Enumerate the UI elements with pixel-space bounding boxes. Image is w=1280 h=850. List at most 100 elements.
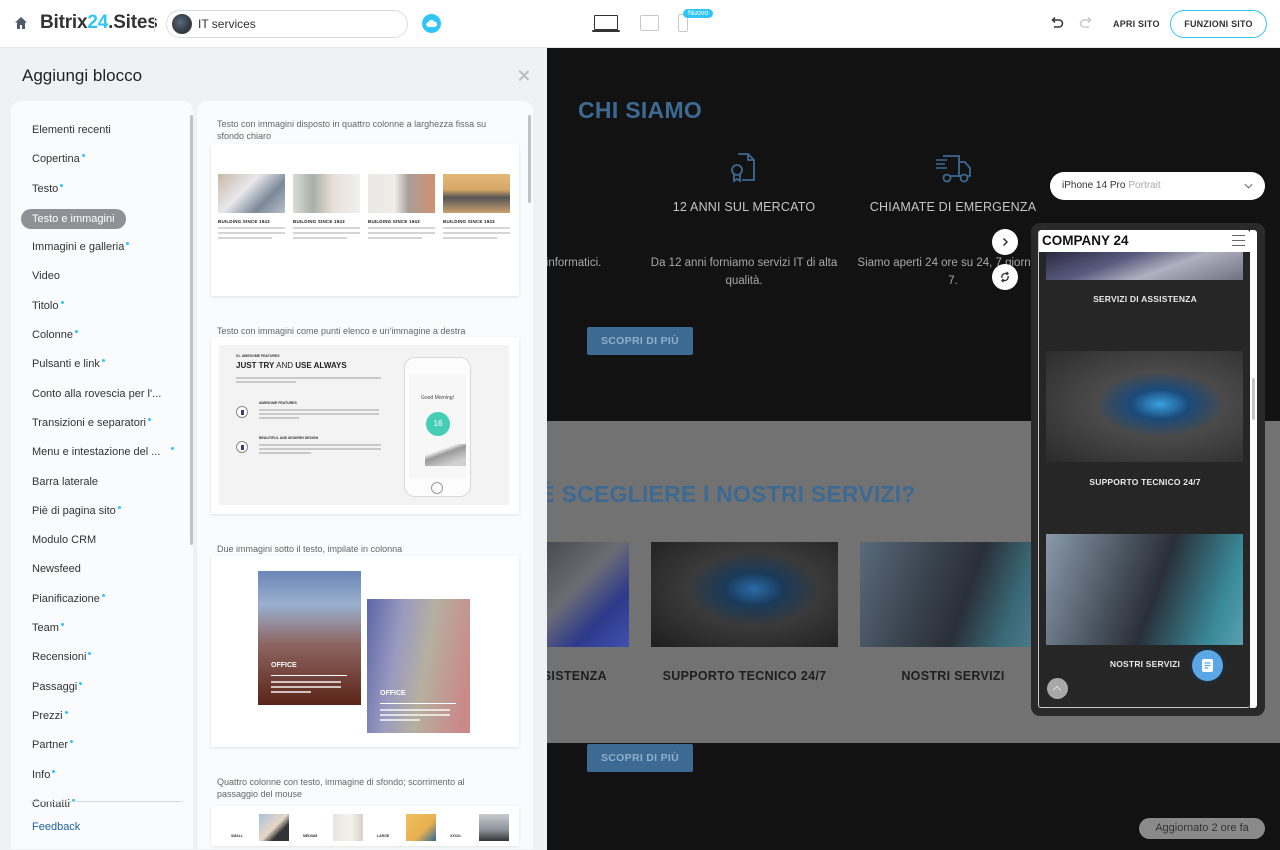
category-item[interactable]: Contatti: [11, 790, 193, 819]
category-scrollbar[interactable]: [190, 115, 193, 545]
category-item[interactable]: Titolo: [11, 292, 193, 321]
category-label: Elementi recenti: [32, 124, 111, 136]
block-card[interactable]: Testo con immagini come punti elenco e u…: [211, 325, 519, 515]
block-card[interactable]: Testo con immagini disposto in quattro c…: [211, 118, 519, 298]
device-selector[interactable]: iPhone 14 Pro Portrait: [1050, 172, 1265, 200]
cloud-button[interactable]: [422, 14, 441, 33]
preview-image: [443, 174, 510, 213]
next-slide-button[interactable]: [992, 229, 1018, 255]
category-item[interactable]: Info: [11, 761, 193, 790]
category-item[interactable]: Pulsanti e link: [11, 350, 193, 379]
new-indicator-dot: [171, 447, 174, 451]
category-item[interactable]: Partner: [11, 731, 193, 760]
text-line: [293, 237, 347, 239]
category-item[interactable]: Conto alla rovescia per l'...: [11, 380, 193, 409]
preview-label: OFFICE: [271, 662, 297, 669]
category-item[interactable]: Testo: [11, 175, 193, 204]
preview-heading: JUST TRY AND USE ALWAYS: [236, 361, 347, 370]
preview-label: LARGE: [377, 834, 390, 838]
phone-screen[interactable]: COMPANY 24 SERVIZI DI ASSISTENZA SUPPORT…: [1038, 230, 1250, 708]
certificate-icon: [724, 148, 764, 188]
category-item[interactable]: Immagini e galleria: [11, 233, 193, 262]
block-title: Testo con immagini come punti elenco e u…: [217, 326, 466, 336]
category-label: Titolo: [32, 299, 59, 312]
preview-label: SMALL: [231, 834, 244, 838]
text-line: [259, 448, 381, 450]
category-item[interactable]: Passaggi: [11, 673, 193, 702]
category-item[interactable]: Team: [11, 614, 193, 643]
category-label: Prezzi: [32, 709, 63, 722]
category-label: Pulsanti e link: [32, 358, 100, 371]
category-item[interactable]: Barra laterale: [11, 468, 193, 497]
category-item[interactable]: Prezzi: [11, 702, 193, 731]
site-features-button[interactable]: FUNZIONI SITO: [1170, 10, 1267, 38]
block-card[interactable]: Quattro colonne con testo, immagine di s…: [211, 776, 519, 849]
category-item[interactable]: Newsfeed: [11, 555, 193, 584]
text-line: [259, 417, 299, 419]
category-list: Elementi recenti Copertina Testo Testo e im…: [11, 101, 193, 849]
category-item[interactable]: Piè di pagina sito: [11, 497, 193, 526]
preview-heading: BUILDING SINCE 1943: [218, 219, 270, 224]
redo-icon[interactable]: [1078, 16, 1094, 32]
category-item[interactable]: Copertina: [11, 145, 193, 174]
feature-title: ESPERIENZA: [547, 200, 602, 214]
chevron-right-icon: [1002, 237, 1009, 247]
text-line: [218, 232, 285, 234]
category-item[interactable]: Elementi recenti: [11, 116, 193, 145]
desktop-icon-base: [592, 30, 620, 32]
new-indicator-dot: [60, 623, 64, 627]
device-model: iPhone 14 Pro: [1062, 180, 1126, 191]
preview-image: [479, 814, 509, 841]
site-name: IT services: [198, 17, 256, 31]
rotate-device-button[interactable]: [992, 264, 1018, 290]
top-bar: Bitrix24.Sites IT services Nuovo APRI SI…: [0, 0, 1280, 48]
category-item[interactable]: Colonne: [11, 321, 193, 350]
text-line: [293, 227, 360, 229]
preview-feature: AWESOME FEATURES: [259, 401, 297, 405]
undo-icon[interactable]: [1049, 16, 1065, 32]
desktop-icon: [594, 15, 618, 30]
learn-more-button[interactable]: SCOPRI DI PIÙ: [587, 327, 693, 355]
preview-column: BUILDING SINCE 1943: [368, 174, 435, 239]
category-item[interactable]: Recensioni: [11, 643, 193, 672]
tablet-view-button[interactable]: [640, 15, 659, 31]
scroll-top-button[interactable]: [1047, 678, 1068, 699]
divider: [154, 16, 155, 32]
block-card[interactable]: Due immagini sotto il testo, impilate in…: [211, 543, 519, 753]
services-title: PERCHÉ SCEGLIERE I NOSTRI SERVIZI?: [547, 481, 916, 507]
new-indicator-dot: [60, 183, 64, 187]
text-line: [259, 452, 311, 454]
home-icon[interactable]: [14, 16, 28, 30]
category-label: Colonne: [32, 329, 73, 342]
category-label: Passaggi: [32, 680, 78, 693]
close-icon[interactable]: [518, 70, 530, 82]
desktop-view-button[interactable]: [592, 15, 620, 33]
block-preview: SMALL MEDIUM LARGE XXXXL: [211, 806, 519, 846]
open-site-link[interactable]: APRI SITO: [1113, 19, 1160, 29]
category-item[interactable]: Menu e intestazione del ...: [11, 438, 193, 467]
category-item[interactable]: Pianificazione: [11, 585, 193, 614]
about-title: CHI SIAMO: [578, 97, 703, 123]
category-item[interactable]: Video: [11, 262, 193, 291]
preview-rule: [271, 675, 347, 676]
learn-more-button-2[interactable]: SCOPRI DI PIÙ: [587, 744, 693, 772]
phone-scrollbar[interactable]: [1252, 378, 1255, 420]
category-item[interactable]: Modulo CRM: [11, 526, 193, 555]
fast-truck-icon: [933, 148, 973, 188]
preview-image: [218, 174, 285, 213]
text-line: [380, 709, 450, 711]
chat-button[interactable]: [1192, 650, 1223, 681]
feedback-link[interactable]: Feedback: [32, 821, 80, 833]
category-item[interactable]: Testo e immagini: [11, 204, 193, 233]
site-selector[interactable]: IT services: [166, 10, 408, 38]
hamburger-menu-icon[interactable]: [1232, 235, 1245, 246]
text-line: [443, 227, 510, 229]
blocks-scrollbar[interactable]: [528, 115, 531, 203]
text-line: [271, 691, 311, 693]
cloud-icon: [426, 19, 437, 27]
category-label: Pianificazione: [32, 592, 100, 605]
service-image: [547, 542, 629, 647]
text-line: [236, 377, 381, 379]
new-indicator-dot: [101, 359, 105, 363]
category-item[interactable]: Transizioni e separatori: [11, 409, 193, 438]
